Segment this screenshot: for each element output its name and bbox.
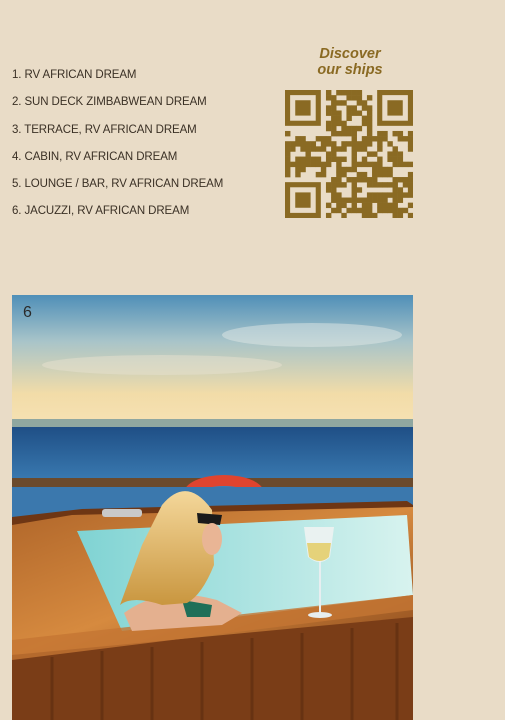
qr-code[interactable]	[284, 89, 414, 219]
photo-number: 6	[23, 304, 32, 321]
caption-item: 3. TERRACE, RV AFRICAN DREAM	[12, 123, 197, 136]
qr-code-icon	[284, 89, 414, 219]
discover-line-1: Discover	[319, 46, 381, 62]
caption-item: 5. LOUNGE / BAR, RV AFRICAN DREAM	[12, 178, 224, 191]
discover-line-2: our ships	[317, 62, 383, 78]
caption-item: 1. RV AFRICAN DREAM	[12, 69, 137, 81]
caption-list: 1. RV AFRICAN DREAM 2. SUN DECK ZIMBABWE…	[12, 62, 223, 226]
discover-heading: Discover our ships	[300, 46, 400, 78]
caption-item: 4. CABIN, RV AFRICAN DREAM	[12, 150, 178, 163]
caption-item: 2. SUN DECK ZIMBABWEAN DREAM	[12, 96, 207, 109]
jacuzzi-photo: 6	[12, 295, 413, 720]
jacuzzi-photo-image	[12, 295, 413, 720]
caption-item: 6. JACUZZI, RV AFRICAN DREAM	[12, 205, 190, 218]
